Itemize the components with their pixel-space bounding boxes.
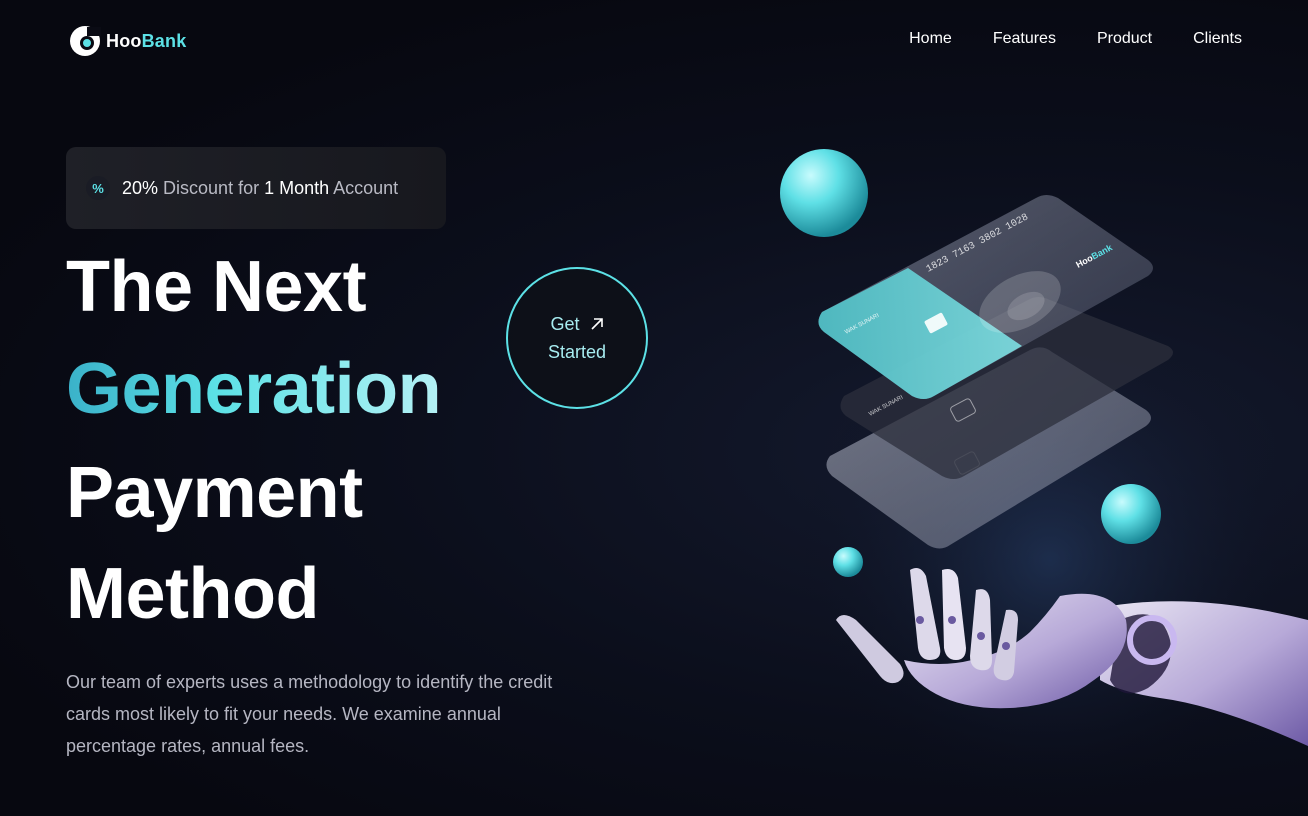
sphere-small — [833, 547, 863, 577]
landing-page: HooBank Home Features Product Clients % … — [0, 0, 1308, 816]
main-nav: Home Features Product Clients — [909, 30, 1242, 48]
logo-icon — [70, 26, 101, 56]
get-started-button[interactable]: Get Started — [506, 267, 648, 409]
get-started-label: Get Started — [548, 310, 606, 366]
discount-text-1: Discount for — [158, 177, 265, 198]
hero-line-1: The Next — [66, 247, 367, 327]
logo-text: HooBank — [106, 31, 186, 52]
hero-line-3: Payment — [66, 453, 363, 533]
robot-hand-cards-illustration: WAK SUNARI 1823 7163 3802 1028 HooBank W… — [780, 149, 1308, 810]
get-started-line-1: Get — [550, 314, 580, 334]
hero-line-4: Method — [66, 554, 319, 634]
logo-text-bank: Bank — [141, 30, 187, 51]
hero-description: Our team of experts uses a methodology t… — [66, 672, 553, 756]
discount-percent: 20% — [122, 177, 159, 198]
hero-line-2: Generation — [66, 349, 442, 429]
discount-icon: % — [86, 176, 110, 200]
logo[interactable]: HooBank — [68, 24, 186, 58]
discount-text-2: Account — [329, 177, 399, 198]
logo-text-hoo: Hoo — [106, 30, 142, 51]
nav-features[interactable]: Features — [993, 30, 1056, 48]
get-started-row: Get — [548, 310, 606, 338]
nav-clients[interactable]: Clients — [1193, 30, 1242, 48]
discount-duration: 1 Month — [264, 177, 330, 198]
arrow-up-right-icon — [590, 318, 603, 330]
sphere-large — [780, 149, 868, 237]
get-started-line-2: Started — [547, 342, 607, 362]
discount-badge: % 20% Discount for 1 Month Account — [66, 147, 446, 229]
nav-home[interactable]: Home — [909, 30, 952, 48]
discount-text: 20% Discount for 1 Month Account — [122, 178, 398, 199]
sphere-medium — [1101, 484, 1161, 544]
nav-product[interactable]: Product — [1097, 30, 1152, 48]
